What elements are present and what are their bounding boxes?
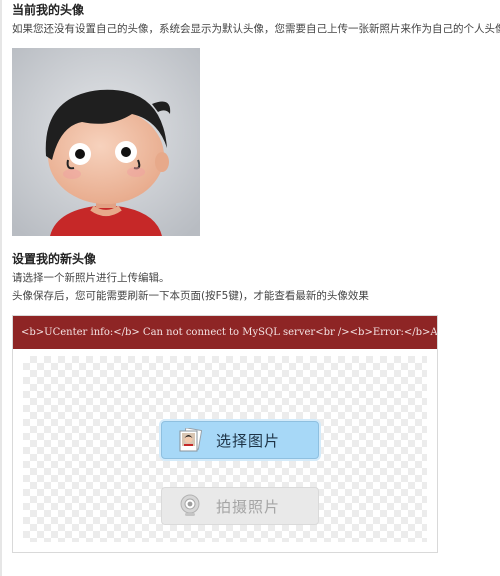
error-message-bar: <b>UCenter info:</b> Can not connect to …	[13, 316, 437, 349]
avatar-uploader-panel: <b>UCenter info:</b> Can not connect to …	[12, 315, 438, 553]
new-avatar-note: 头像保存后，您可能需要刷新一下本页面(按F5键)，才能查看最新的头像效果	[12, 290, 369, 302]
upload-canvas: 选择图片 拍摄照片	[23, 356, 427, 542]
select-image-label: 选择图片	[216, 431, 281, 450]
new-avatar-instruction: 请选择一个新照片进行上传编辑。	[12, 272, 170, 284]
left-border	[0, 0, 2, 576]
current-avatar-description: 如果您还没有设置自己的头像，系统会显示为默认头像，您需要自己上传一张新照片来作为…	[12, 23, 500, 35]
new-avatar-title: 设置我的新头像	[12, 252, 97, 266]
current-avatar-title: 当前我的头像	[12, 3, 85, 17]
webcam-icon	[180, 494, 200, 516]
photo-stack-icon	[179, 428, 202, 452]
take-photo-label: 拍摄照片	[216, 497, 281, 516]
current-avatar-image	[12, 48, 200, 236]
take-photo-button[interactable]: 拍摄照片	[161, 487, 319, 525]
select-image-button[interactable]: 选择图片	[161, 421, 319, 459]
